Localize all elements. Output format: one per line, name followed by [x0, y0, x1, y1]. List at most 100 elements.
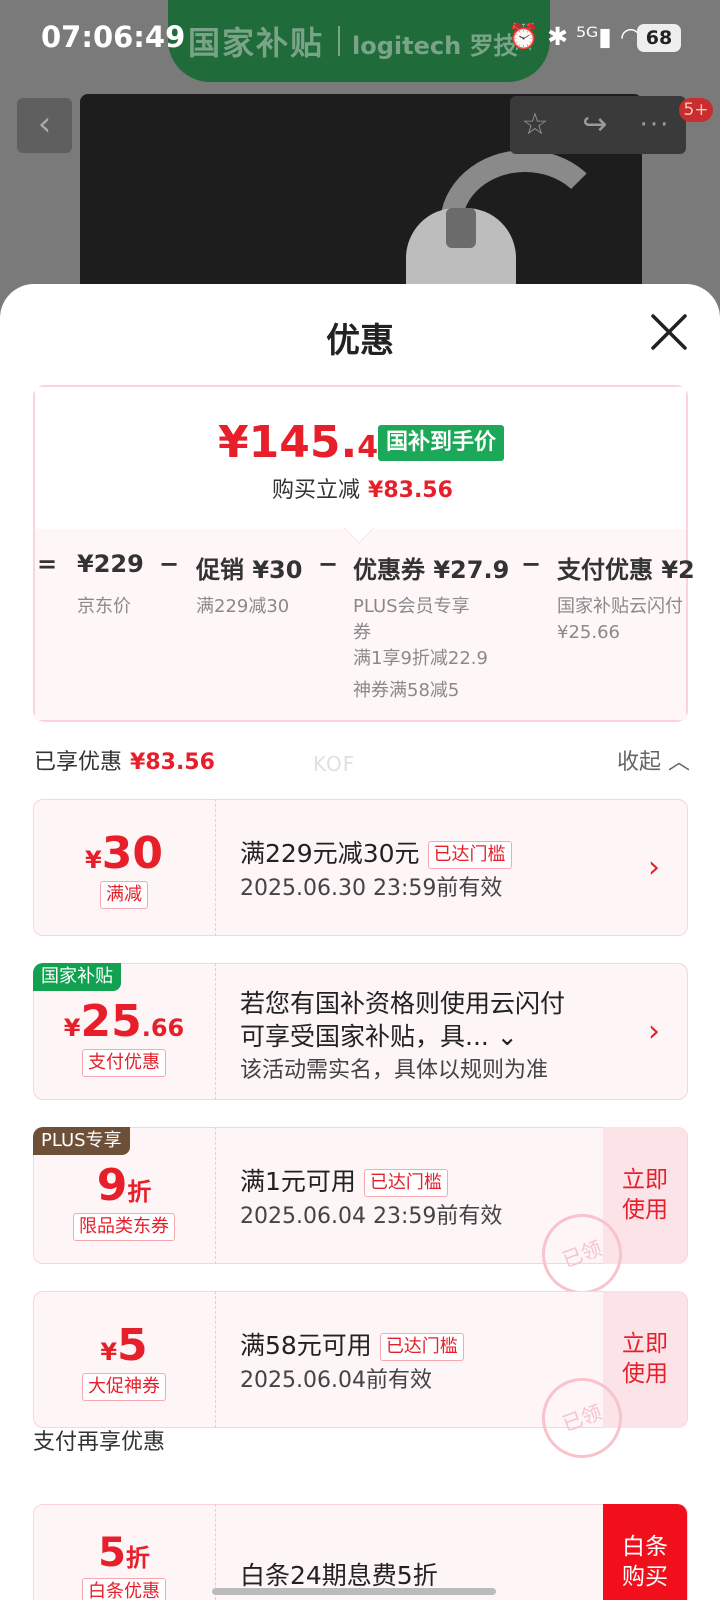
- banner-brand: logitech 罗技: [352, 32, 518, 60]
- coupon-value-block: ¥5 大促神券: [33, 1320, 215, 1401]
- final-price: ¥145.44: [218, 417, 399, 468]
- coupon-amount: 5折: [33, 1530, 215, 1576]
- close-icon[interactable]: [647, 310, 691, 354]
- buy-button-label: 购买: [622, 1564, 668, 1590]
- coupon-number: 5: [117, 1320, 148, 1371]
- payment-detail-line: ¥25.66: [557, 622, 620, 643]
- coupon-number: 30: [101, 828, 163, 879]
- coupon-type-tag: 支付优惠: [82, 1049, 166, 1077]
- instant-saving: 购买立减 ¥83.56: [272, 472, 453, 504]
- coupon-divider: [215, 799, 216, 936]
- coupon-number: 9: [96, 1160, 128, 1211]
- collapse-toggle[interactable]: 收起 ︿: [617, 744, 690, 776]
- enjoyed-label: 已享优惠: [34, 750, 123, 775]
- minus-sign: −: [318, 550, 339, 578]
- saving-label: 购买立减: [272, 478, 361, 503]
- coupon-title-text: 满1元可用: [240, 1167, 356, 1196]
- use-now-label: 使用: [622, 1361, 668, 1387]
- status-time: 07:06:49: [41, 20, 186, 54]
- sheet-title: 优惠: [326, 321, 394, 361]
- coupon-detail-line: 满1享9折减22.9: [353, 648, 488, 669]
- discount-unit: 折: [127, 1178, 152, 1206]
- coupon-title: 满58元可用 已达门槛: [240, 1326, 464, 1362]
- breakdown-jd-price: ¥229: [77, 550, 144, 578]
- breakdown-promo: 促销 ¥30: [196, 556, 303, 584]
- breakdown-coupon-details: PLUS会员专享 券 满1享9折减22.9 神券满58减5: [353, 594, 488, 704]
- home-indicator[interactable]: [212, 1588, 496, 1595]
- coupon-value-block: 5折 白条优惠: [33, 1530, 215, 1600]
- back-button[interactable]: ‹: [17, 98, 72, 153]
- payment-offer-note: 该活动需实名，具体以规则为准: [240, 1058, 549, 1083]
- banner-title: 国家补贴: [188, 24, 325, 62]
- coupon-number: 5: [98, 1530, 126, 1576]
- enjoyed-discount: 已享优惠 ¥83.56: [34, 744, 215, 776]
- currency-symbol: ¥: [63, 1014, 81, 1042]
- share-icon[interactable]: ↪: [573, 103, 617, 147]
- coupon-detail-line: 券: [353, 622, 371, 643]
- coupon-type-tag: 大促神券: [82, 1373, 166, 1401]
- coupon-divider: [215, 1291, 216, 1428]
- subsidy-price-tag: 国补到手价: [378, 425, 505, 461]
- final-price-major: ¥145.: [218, 417, 358, 468]
- threshold-met-tag: 已达门槛: [379, 1333, 464, 1361]
- coupon-divider: [215, 963, 216, 1100]
- equals-sign: =: [37, 550, 58, 578]
- breakdown-payment-details: 国家补贴云闪付 ¥25.66: [557, 594, 683, 646]
- plus-exclusive-corner-tag: PLUS专享: [33, 1127, 130, 1155]
- use-now-label: 使用: [622, 1197, 668, 1223]
- breakdown-coupon: 优惠券 ¥27.9: [353, 556, 510, 584]
- coupon-type-tag: 限品类东券: [73, 1213, 175, 1241]
- pay-section-title: 支付再享优惠: [33, 1430, 166, 1455]
- watermark: KOF: [313, 752, 356, 776]
- chevron-right-icon[interactable]: ›: [648, 1014, 660, 1049]
- coupon-type-tag: 满减: [100, 881, 148, 909]
- payment-offer-line1: 若您有国补资格则使用云闪付: [240, 989, 566, 1018]
- coupon-decimal: .66: [141, 1014, 185, 1042]
- coupon-title-text: 满229元减30元: [240, 839, 420, 868]
- coupon-divider: [215, 1127, 216, 1264]
- coupon-expiry: 2025.06.04 23:59前有效: [240, 1204, 503, 1229]
- more-icon[interactable]: ···: [633, 103, 677, 147]
- message-count-badge: 5+: [679, 98, 713, 122]
- coupon-amount: 9折: [33, 1160, 215, 1211]
- chevron-right-icon[interactable]: ›: [648, 850, 660, 885]
- status-icons: ⏰ ✱ ⁵ᴳ▮ ◠: [508, 22, 642, 51]
- coupon-number: 25: [80, 996, 142, 1047]
- coupon-value-block: ¥30 满减: [33, 828, 215, 909]
- mouse-scroll-wheel: [446, 208, 476, 248]
- coupon-detail-line: PLUS会员专享: [353, 596, 470, 617]
- coupon-value-block: 9折 限品类东券: [33, 1160, 215, 1241]
- banner-divider: [338, 26, 340, 56]
- breakdown-payment: 支付优惠 ¥2: [557, 556, 695, 584]
- battery-icon: 68: [637, 24, 681, 52]
- coupon-title: 满1元可用 已达门槛: [240, 1162, 448, 1198]
- coupon-title: 满229元减30元 已达门槛: [240, 834, 512, 870]
- coupon-amount: ¥25.66: [33, 996, 215, 1047]
- currency-symbol: ¥: [85, 846, 102, 874]
- threshold-met-tag: 已达门槛: [363, 1169, 448, 1197]
- baitiao-buy-button[interactable]: 白条 购买: [603, 1504, 687, 1600]
- use-now-label: 立即: [622, 1331, 668, 1357]
- coupon-value-block: ¥25.66 支付优惠: [33, 996, 215, 1077]
- favorite-icon[interactable]: ☆: [513, 103, 557, 147]
- buy-button-label: 白条: [622, 1534, 668, 1560]
- minus-sign: −: [521, 550, 542, 578]
- coupon-type-tag: 白条优惠: [82, 1578, 166, 1600]
- breakdown-jd-price-label: 京东价: [77, 596, 131, 617]
- saving-amount: ¥83.56: [368, 478, 453, 503]
- coupon-title-text: 满58元可用: [240, 1331, 372, 1360]
- coupon-divider: [215, 1504, 216, 1600]
- enjoyed-amount: ¥83.56: [130, 750, 215, 775]
- coupon-detail-line: 神券满58减5: [353, 680, 460, 701]
- baitiao-offer-text: 白条24期息费5折: [240, 1561, 438, 1590]
- currency-symbol: ¥: [100, 1338, 118, 1366]
- breakdown-promo-label: 满229减30: [196, 596, 290, 617]
- payment-detail-line: 国家补贴云闪付: [557, 596, 683, 617]
- coupon-expiry: 2025.06.30 23:59前有效: [240, 876, 503, 901]
- coupon-amount: ¥30: [33, 828, 215, 879]
- discount-unit: 折: [125, 1544, 150, 1572]
- coupon-expiry: 2025.06.04前有效: [240, 1368, 432, 1393]
- use-now-label: 立即: [622, 1167, 668, 1193]
- payment-offer-line2[interactable]: 可享受国家补贴，具... ⌄: [240, 1017, 518, 1053]
- back-icon: ‹: [37, 104, 52, 144]
